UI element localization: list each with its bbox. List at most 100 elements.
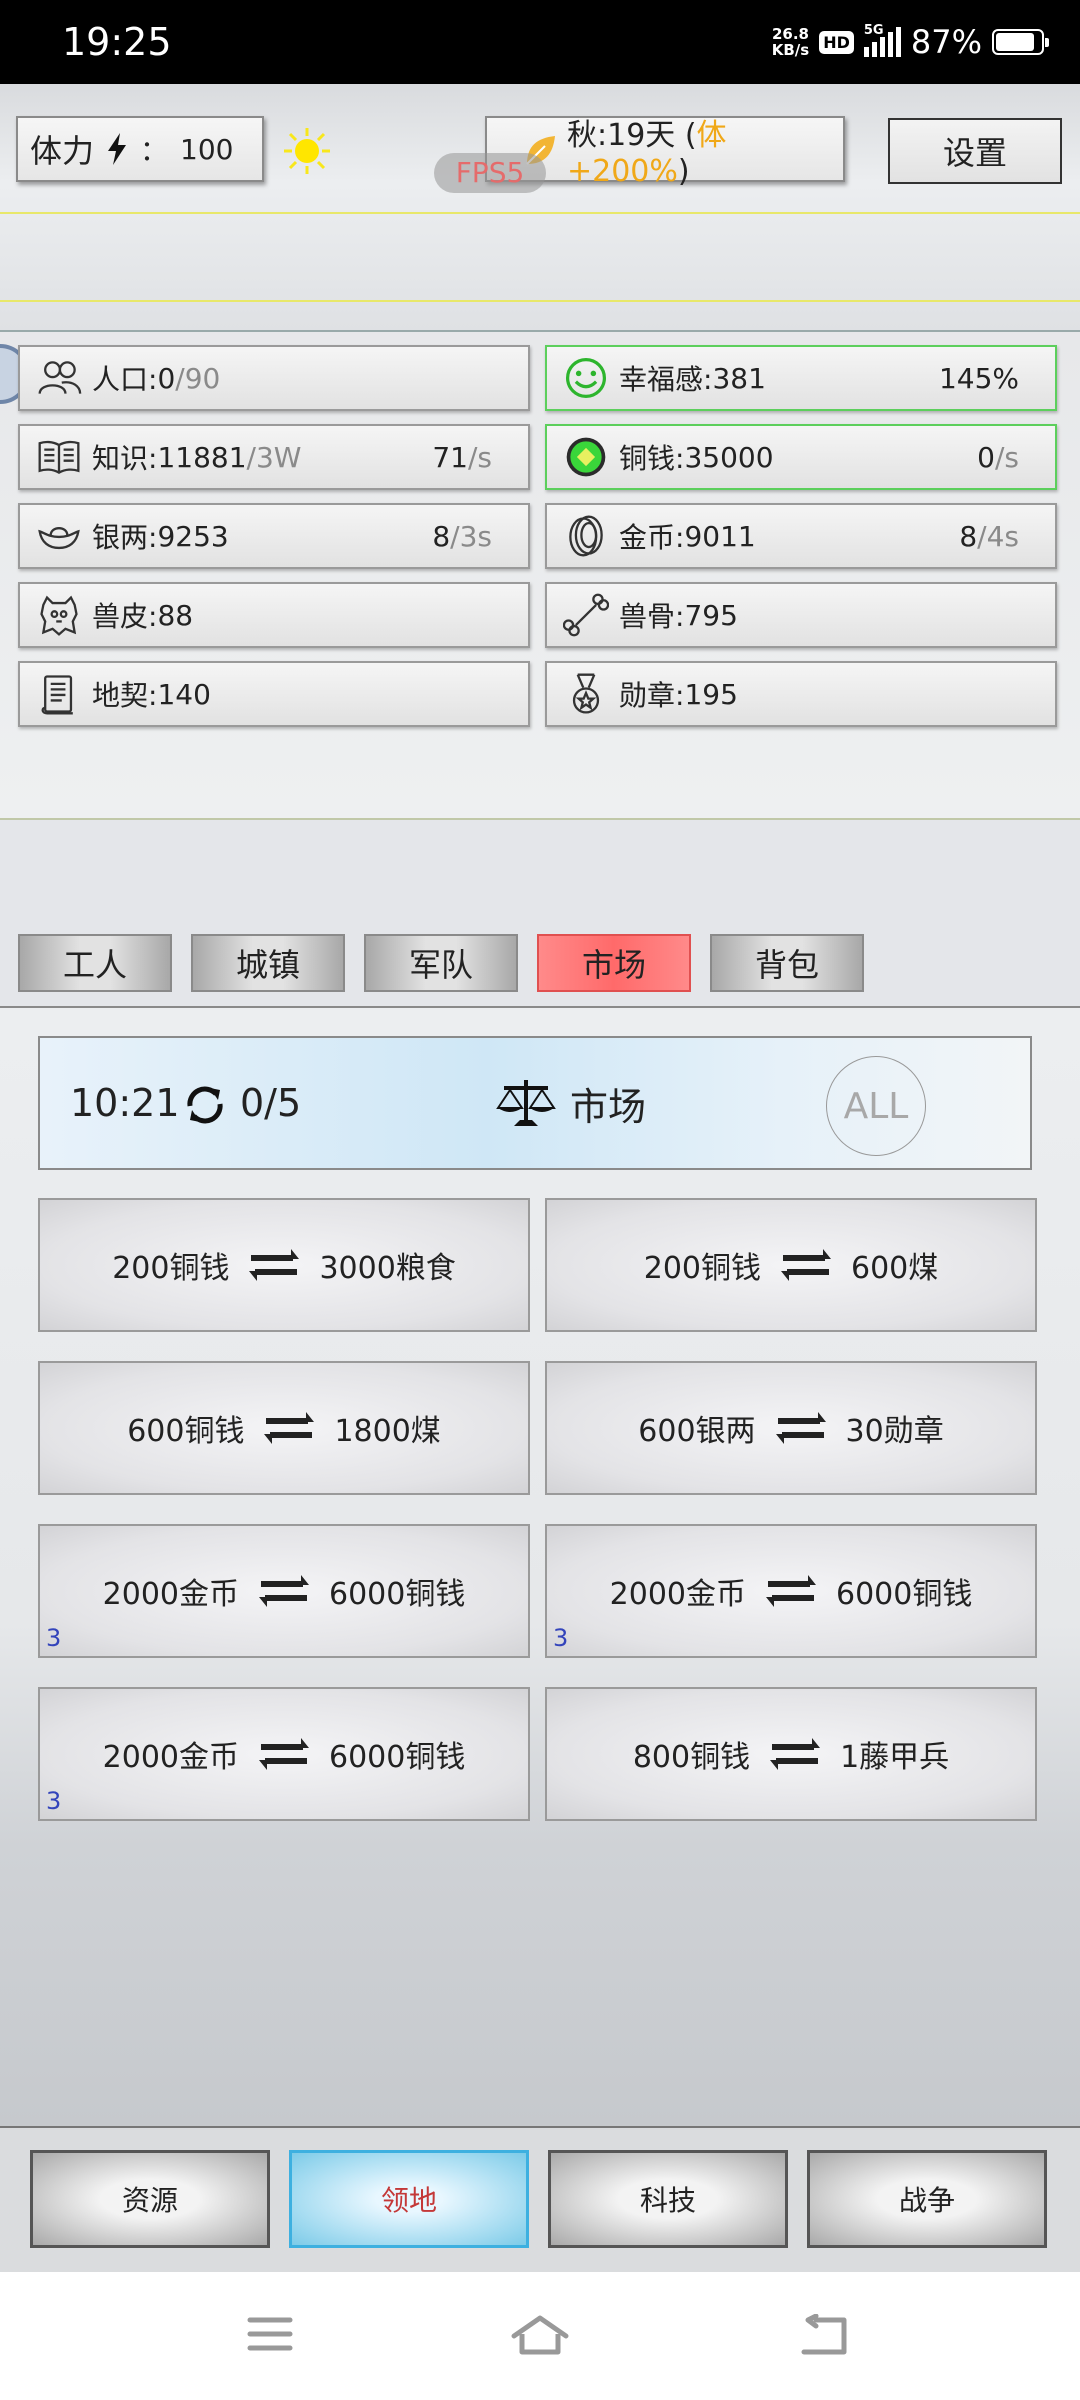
trade-get: 6000铜钱: [329, 1740, 466, 1775]
trade-give: 2000金币: [609, 1577, 746, 1612]
trade-count: 3: [46, 1787, 62, 1815]
resource-value: 9011: [684, 519, 756, 553]
resource-label: 人口:: [92, 363, 158, 396]
people-icon: [34, 353, 84, 403]
resource-copper: 铜钱: 35000 0/s: [545, 424, 1057, 490]
market-header: 10:21 0/5 市场 ALL: [38, 1036, 1032, 1170]
exchange-icon: [766, 1575, 816, 1607]
fps-counter: FPS5: [434, 153, 546, 193]
divider: [0, 300, 1080, 302]
resource-happiness: 幸福感: 381 145%: [545, 345, 1057, 411]
resource-label: 兽骨:: [619, 600, 685, 633]
resource-label: 知识:: [92, 442, 158, 475]
system-nav-bar: [0, 2272, 1080, 2400]
exchange-icon: [264, 1412, 315, 1444]
resource-rate: 71/s: [432, 440, 492, 474]
exchange-icon: [259, 1738, 309, 1770]
nav-technology[interactable]: 科技: [548, 2150, 788, 2248]
trade-offer[interactable]: 2000金币 6000铜钱 3: [38, 1687, 530, 1821]
hide-icon: [34, 590, 84, 640]
stamina-display: 体力 ： 100: [16, 116, 264, 182]
resource-label: 地契:: [92, 679, 158, 712]
resource-deed: 地契: 140: [18, 661, 530, 727]
tab-army[interactable]: 军队: [364, 934, 518, 992]
stamina-value: 100: [180, 132, 234, 166]
resource-label: 铜钱:: [619, 442, 685, 475]
back-icon[interactable]: [800, 2314, 850, 2356]
network-speed: 26.8 KB/s: [771, 25, 810, 59]
trade-get: 3000粮食: [319, 1251, 456, 1286]
trade-give: 600铜钱: [127, 1414, 245, 1449]
resource-knowledge: 知识: 11881/3W 71/s: [18, 424, 530, 490]
silver-ingot-icon: [34, 511, 84, 561]
status-bar: 19:25 26.8 KB/s HD 5G 87%: [0, 0, 1080, 84]
resource-value: 795: [684, 598, 738, 632]
lightning-icon: [108, 133, 127, 165]
nav-resources[interactable]: 资源: [30, 2150, 270, 2248]
resource-rate: 0/s: [977, 440, 1019, 474]
deed-scroll-icon: [34, 669, 84, 719]
trade-give: 200铜钱: [112, 1251, 230, 1286]
trade-offer[interactable]: 2000金币 6000铜钱 3: [545, 1524, 1037, 1658]
tab-backpack[interactable]: 背包: [710, 934, 864, 992]
divider: [0, 212, 1080, 214]
season-text: 秋:19天 (体+200%): [567, 117, 727, 189]
resource-medal: 勋章: 195: [545, 661, 1057, 727]
clock: 19:25: [62, 20, 172, 64]
status-icons: 26.8 KB/s HD 5G 87%: [771, 22, 1049, 62]
exchange-icon: [770, 1738, 821, 1770]
resource-value: 0: [157, 361, 176, 395]
resource-population: 人口: 0/90: [18, 345, 530, 411]
resource-value: 11881: [157, 440, 247, 474]
smile-icon: [561, 353, 611, 403]
sun-icon: [284, 128, 330, 174]
tab-workers[interactable]: 工人: [18, 934, 172, 992]
resource-label: 金币:: [619, 521, 685, 554]
trade-offer[interactable]: 2000金币 6000铜钱 3: [38, 1524, 530, 1658]
trade-give: 800铜钱: [632, 1740, 751, 1775]
refresh-count: 0/5: [240, 1081, 302, 1125]
nav-war[interactable]: 战争: [807, 2150, 1047, 2248]
resource-value: 381: [712, 361, 766, 395]
resource-label: 银两:: [92, 521, 158, 554]
tab-market[interactable]: 市场: [537, 934, 691, 992]
all-button[interactable]: ALL: [826, 1056, 926, 1156]
nav-territory[interactable]: 领地: [289, 2150, 529, 2248]
trade-give: 200铜钱: [643, 1251, 761, 1286]
resource-max: /90: [175, 361, 221, 395]
hd-icon: HD: [819, 30, 854, 54]
trade-get: 600煤: [851, 1251, 939, 1286]
copper-coin-icon: [561, 432, 611, 482]
trade-offer[interactable]: 800铜钱 1藤甲兵: [545, 1687, 1037, 1821]
trade-offer[interactable]: 200铜钱 600煤: [545, 1198, 1037, 1332]
settings-button[interactable]: 设置: [888, 118, 1062, 184]
stamina-label: 体力: [30, 132, 95, 170]
resource-rate: 145%: [938, 361, 1019, 395]
scale-icon: [496, 1080, 556, 1126]
tab-town[interactable]: 城镇: [191, 934, 345, 992]
gold-coin-icon: [561, 511, 611, 561]
signal-icon: 5G: [863, 23, 901, 57]
resource-rate: 8/4s: [959, 519, 1019, 553]
trade-get: 1藤甲兵: [840, 1740, 950, 1775]
resource-max: /3W: [246, 440, 302, 474]
trade-give: 2000金币: [102, 1577, 239, 1612]
trade-offer[interactable]: 200铜钱 3000粮食: [38, 1198, 530, 1332]
menu-icon[interactable]: [246, 2314, 294, 2354]
trade-get: 6000铜钱: [329, 1577, 466, 1612]
trade-count: 3: [46, 1624, 62, 1652]
bone-icon: [561, 590, 611, 640]
battery-icon: [992, 29, 1049, 55]
resource-label: 幸福感:: [619, 363, 713, 396]
trade-get: 6000铜钱: [836, 1577, 973, 1612]
resource-value: 88: [157, 598, 194, 632]
trade-offer[interactable]: 600银两 30勋章: [545, 1361, 1037, 1495]
trade-get: 30勋章: [845, 1414, 944, 1449]
home-icon[interactable]: [510, 2314, 570, 2356]
exchange-icon: [259, 1575, 309, 1607]
refresh-icon[interactable]: [182, 1082, 228, 1128]
resource-bone: 兽骨: 795: [545, 582, 1057, 648]
resource-gold: 金币: 9011 8/4s: [545, 503, 1057, 569]
resource-hide: 兽皮: 88: [18, 582, 530, 648]
trade-offer[interactable]: 600铜钱 1800煤: [38, 1361, 530, 1495]
